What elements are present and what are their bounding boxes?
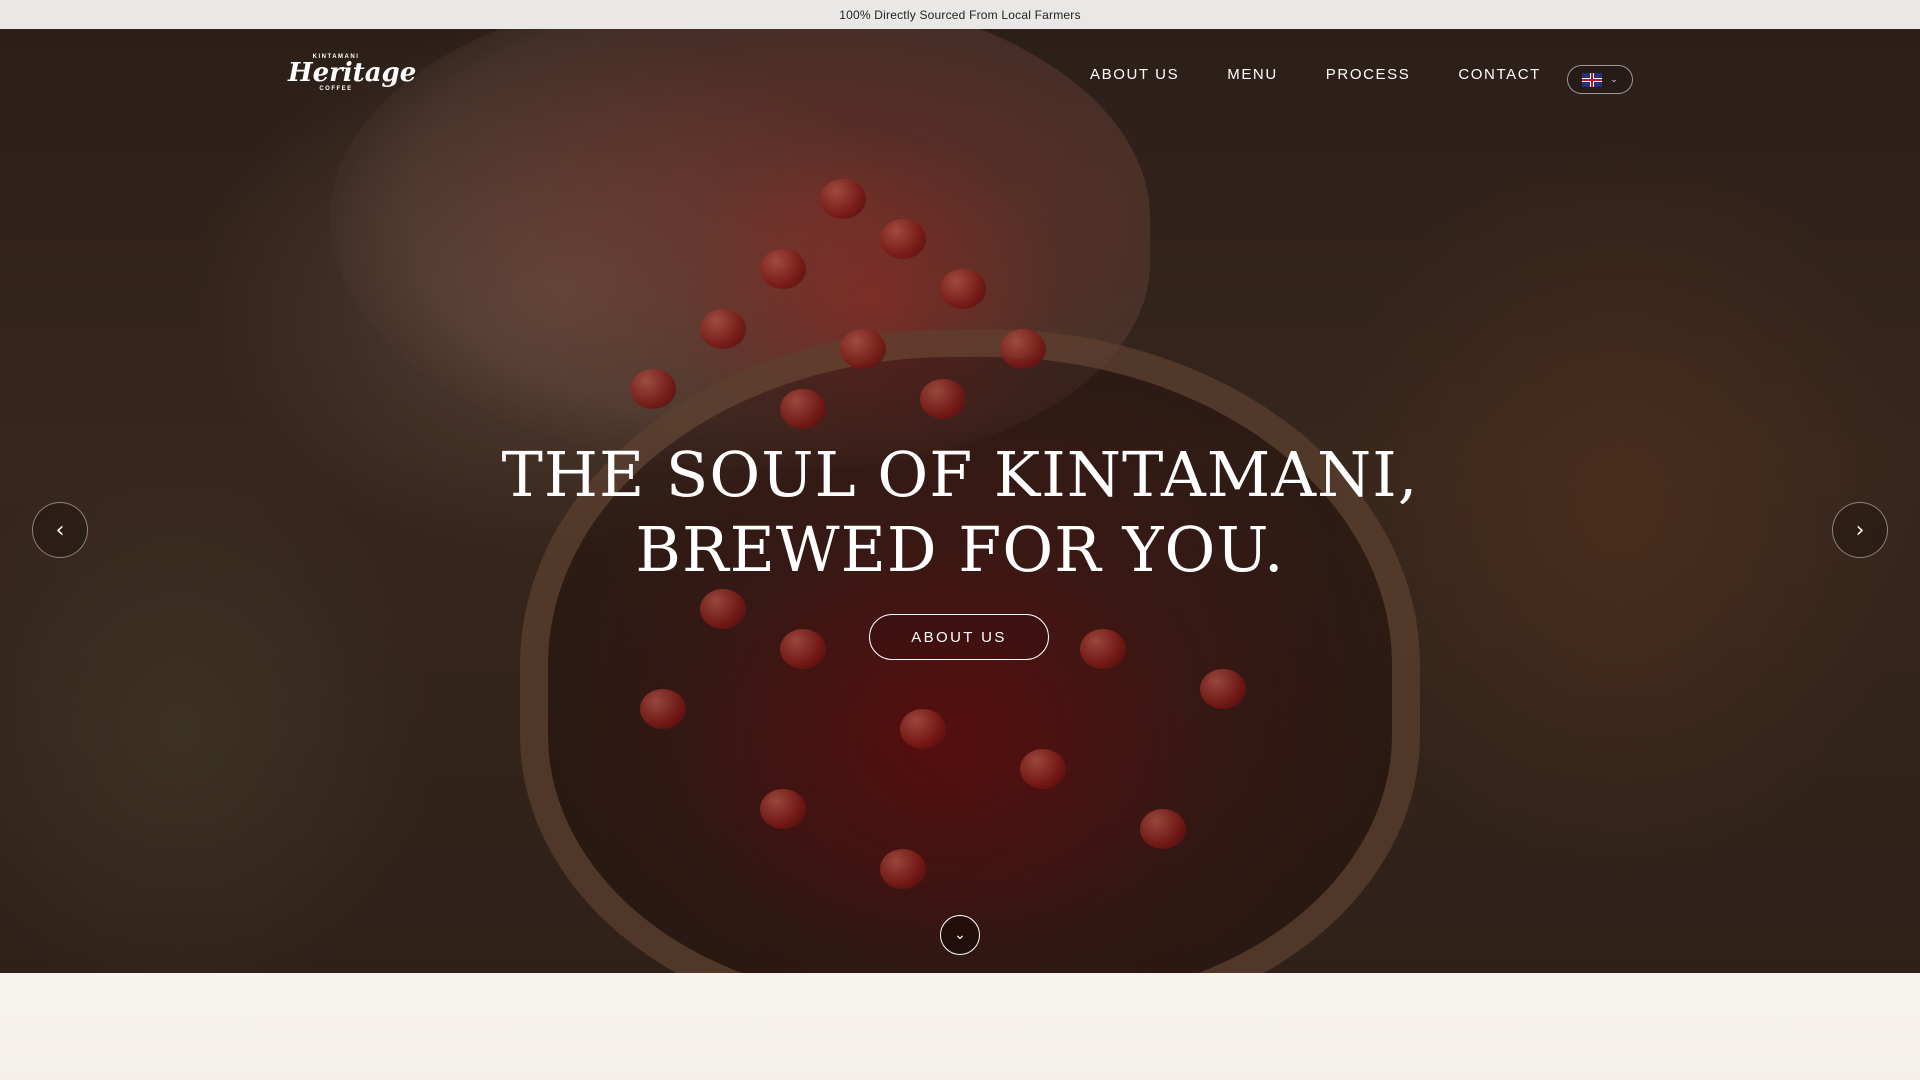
nav-item-contact[interactable]: CONTACT	[1458, 66, 1541, 83]
chevron-down-icon: ⌄	[954, 927, 966, 943]
chevron-left-icon: ‹	[55, 517, 65, 543]
hero-section: ‹ › THE SOUL OF KINTAMANI, BREWED FOR YO…	[0, 29, 1920, 973]
logo-script-text: Heritage	[288, 58, 417, 88]
language-selector[interactable]: ⌄	[1567, 65, 1633, 94]
carousel-prev-button[interactable]: ‹	[32, 502, 88, 558]
site-logo[interactable]: KINTAMANI Heritage COFFEE	[288, 54, 417, 104]
about-us-cta-button[interactable]: ABOUT US	[869, 614, 1049, 660]
nav-item-about-us[interactable]: ABOUT US	[1090, 66, 1179, 83]
hero-headline: THE SOUL OF KINTAMANI, BREWED FOR YOU.	[460, 437, 1460, 587]
next-section	[0, 973, 1920, 1080]
announcement-bar: 100% Directly Sourced From Local Farmers	[0, 0, 1920, 29]
nav-item-process[interactable]: PROCESS	[1326, 66, 1411, 83]
main-nav: ABOUT US MENU PROCESS CONTACT	[1090, 66, 1541, 83]
chevron-right-icon: ›	[1855, 517, 1865, 543]
announcement-text: 100% Directly Sourced From Local Farmers	[839, 7, 1081, 22]
about-us-cta-label: ABOUT US	[911, 628, 1007, 646]
chevron-down-icon: ⌄	[1610, 74, 1618, 84]
scroll-down-button[interactable]: ⌄	[940, 915, 980, 955]
hero-headline-line1: THE SOUL OF KINTAMANI,	[501, 438, 1419, 511]
uk-flag-icon	[1582, 72, 1603, 87]
carousel-next-button[interactable]: ›	[1832, 502, 1888, 558]
hero-headline-line2: BREWED FOR YOU.	[635, 513, 1285, 586]
nav-item-menu[interactable]: MENU	[1227, 66, 1278, 83]
